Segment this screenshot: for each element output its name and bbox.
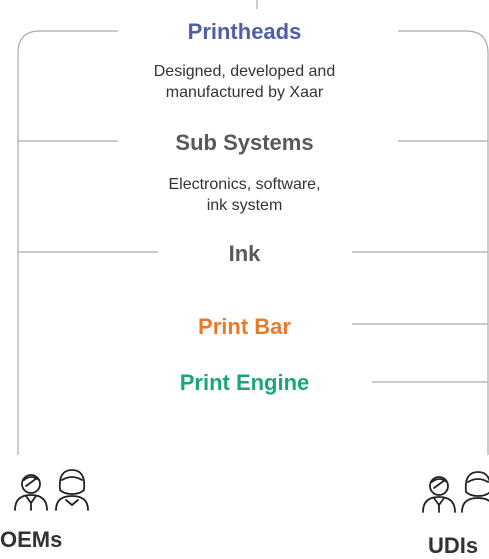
udis-label: UDIs <box>428 533 479 558</box>
oems-people-icon <box>14 469 89 511</box>
print-engine-title: Print Engine <box>179 370 310 395</box>
sub-systems-description: Electronics, software, ink system <box>168 176 321 214</box>
printheads-description: Designed, developed and manufactured by … <box>153 63 336 101</box>
print-bar-title: Print Bar <box>198 314 291 339</box>
value-chain-diagram: Printheads Designed, developed and manuf… <box>0 0 489 558</box>
sub-systems-title: Sub Systems <box>175 130 314 155</box>
oems-label: OEMs <box>0 527 63 552</box>
ink-title: Ink <box>228 241 261 266</box>
printheads-title: Printheads <box>187 19 302 44</box>
udis-people-icon <box>422 471 489 513</box>
